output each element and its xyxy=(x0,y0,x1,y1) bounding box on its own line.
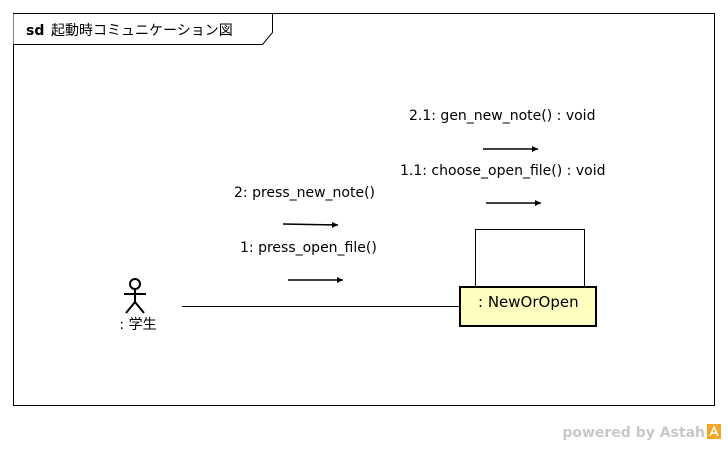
actor-label: : 学生 xyxy=(119,317,156,333)
message-arrow xyxy=(282,221,339,228)
message-label: 2.1: gen_new_note() : void xyxy=(409,108,595,124)
frame-title: 起動時コミュニケーション図 xyxy=(51,23,233,39)
object-label: : NewOrOpen xyxy=(478,293,579,311)
frame-keyword: sd xyxy=(26,23,44,39)
message-label: 1.1: choose_open_file() : void xyxy=(400,163,605,179)
message-label: 1: press_open_file() xyxy=(240,240,377,256)
communication-diagram: sd 起動時コミュニケーション図 : 学生 : NewOrOpen 1: pre… xyxy=(0,0,728,445)
diagram-frame xyxy=(13,13,715,406)
watermark-text: powered by Astah xyxy=(562,425,705,441)
message-label: 2: press_new_note() xyxy=(234,185,375,201)
